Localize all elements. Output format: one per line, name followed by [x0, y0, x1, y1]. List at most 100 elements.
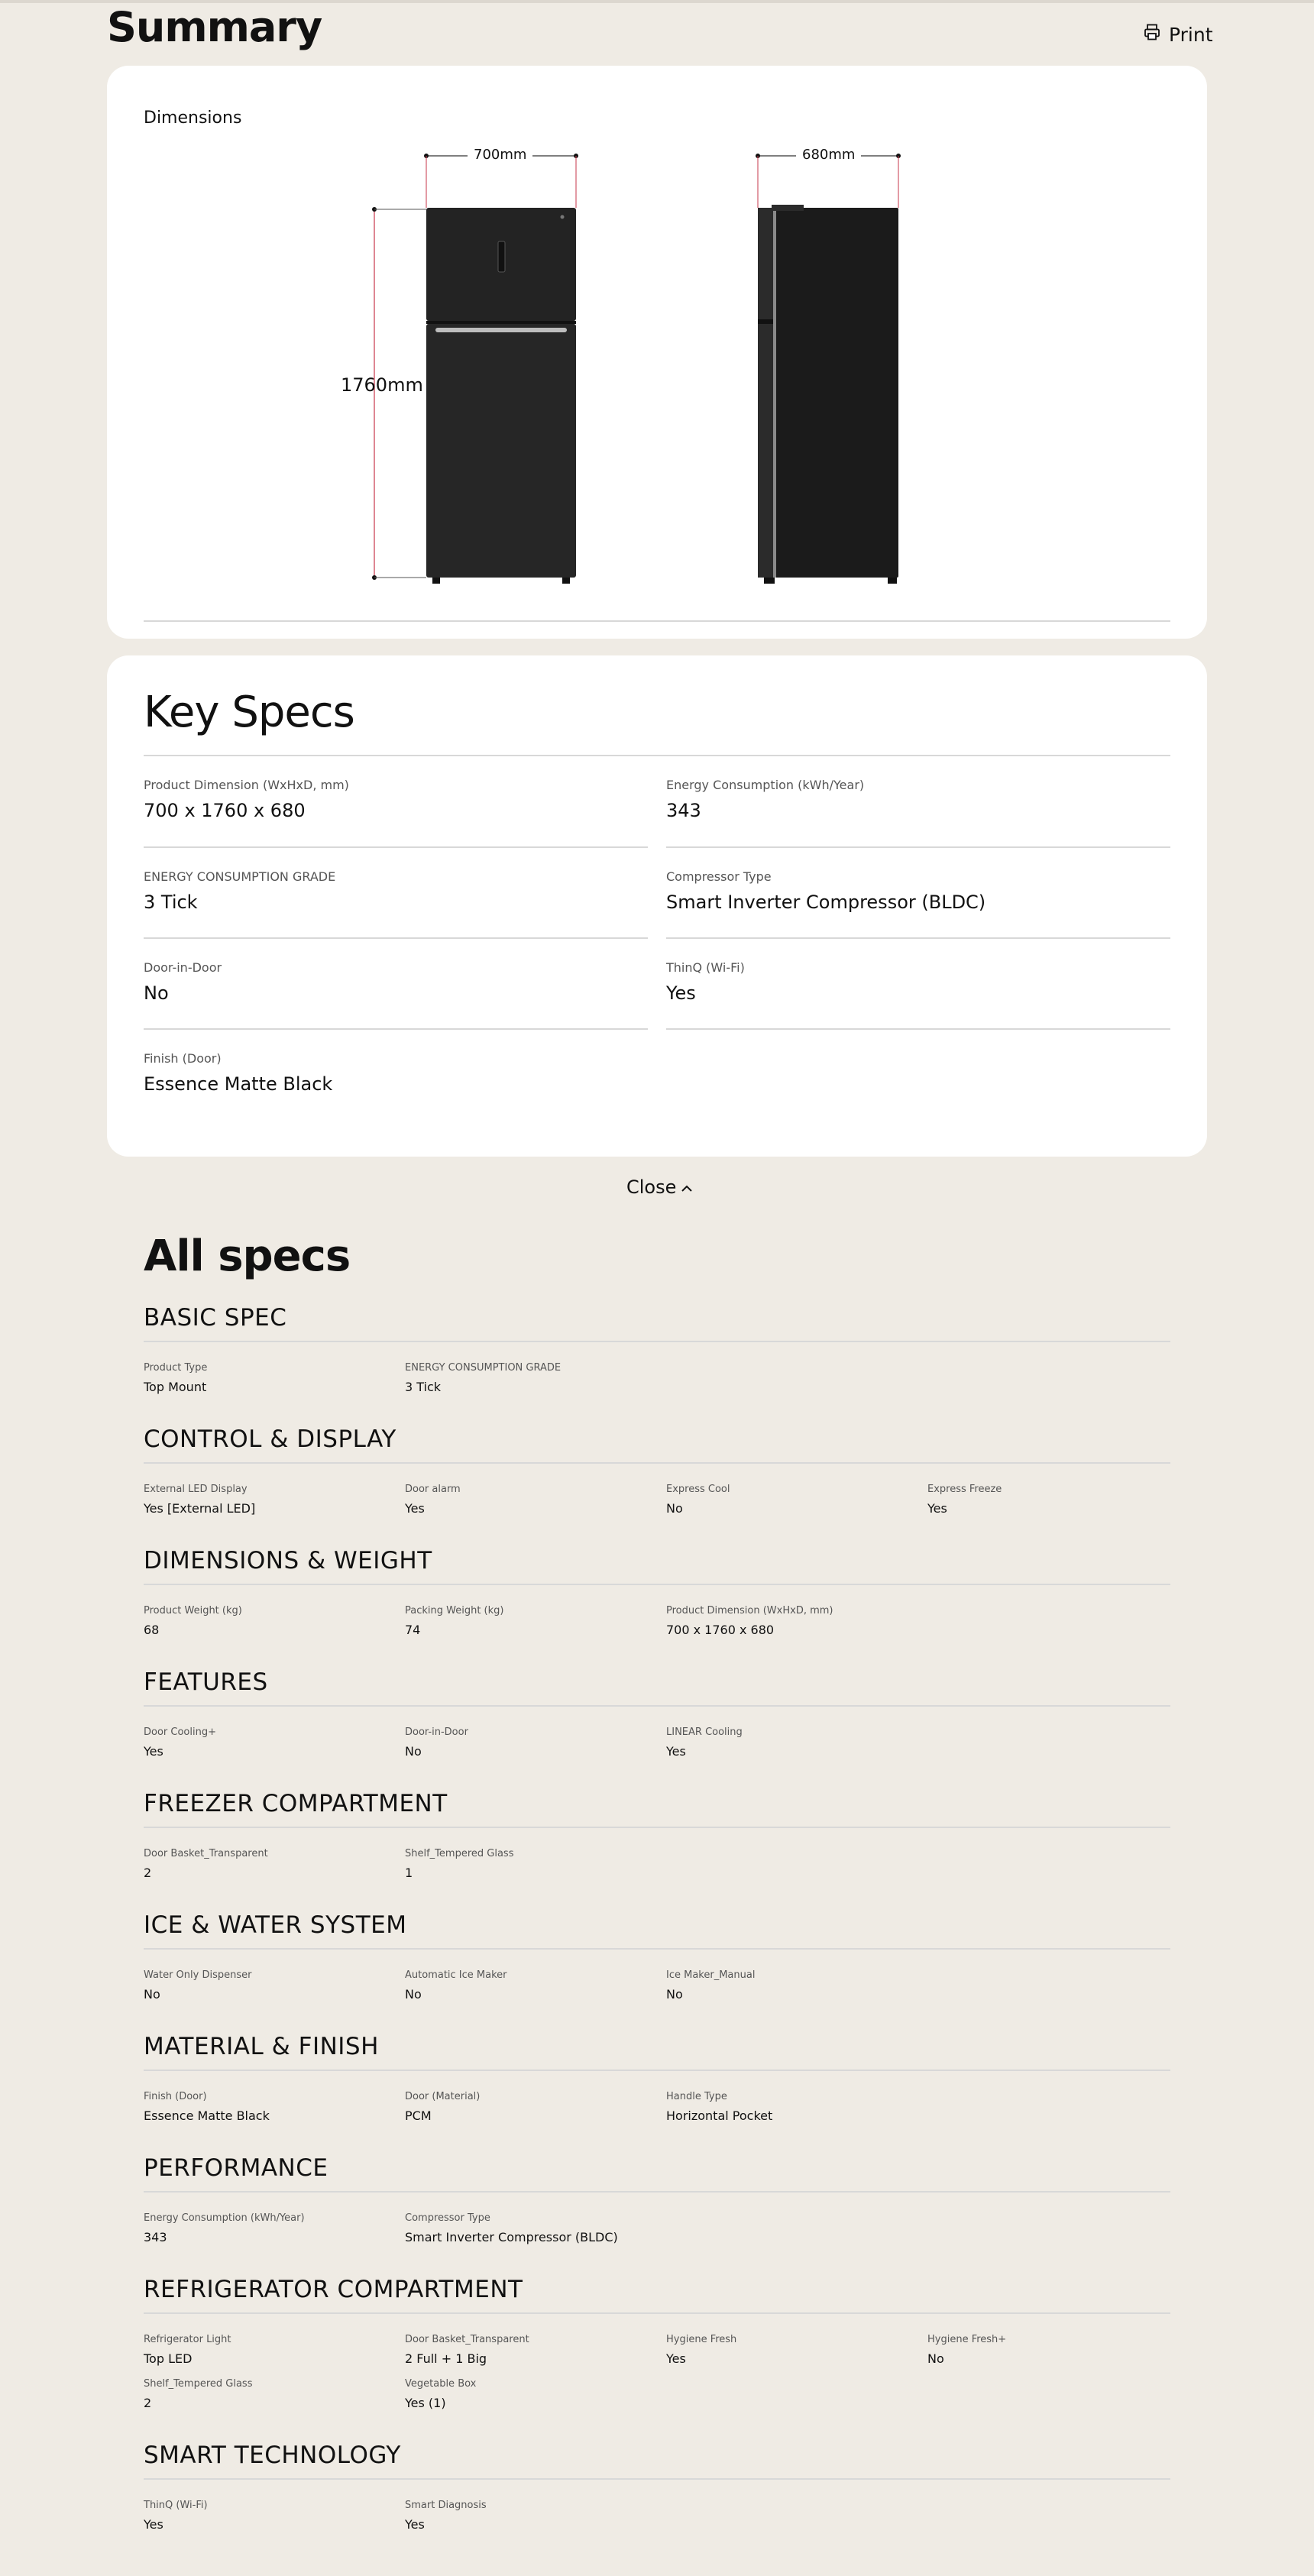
key-spec-label: Finish (Door) — [144, 1051, 222, 1066]
spec-group-title: PERFORMANCE — [144, 2154, 328, 2182]
spec-label: Door-in-Door — [405, 1727, 468, 1738]
spec-value: No — [666, 1987, 683, 2002]
spec-group: ICE & WATER SYSTEM Water Only Dispenser No… — [144, 1911, 1170, 2002]
key-specs-title: Key Specs — [144, 688, 355, 737]
key-spec-label: Compressor Type — [666, 869, 772, 884]
spec-group: BASIC SPEC Product Type Top Mount ENERGY CO… — [144, 1304, 1170, 1394]
spec-label: Door Cooling+ — [144, 1727, 216, 1738]
spec-item: Door Basket_Transparent 2 Full + 1 Big — [405, 2334, 657, 2366]
key-spec-item: ThinQ (Wi-Fi) Yes — [666, 960, 1170, 1004]
key-spec-divider — [144, 846, 648, 848]
spec-item: Door (Material) PCM — [405, 2091, 657, 2123]
spec-item: Hygiene Fresh+ No — [927, 2334, 1180, 2366]
dimensions-card: Dimensions 700mm 680mm 1760mm — [107, 66, 1207, 639]
spec-value: 2 Full + 1 Big — [405, 2351, 487, 2366]
close-label: Close — [626, 1176, 677, 1198]
spec-label: ThinQ (Wi-Fi) — [144, 2500, 208, 2511]
spec-value: 2 — [144, 1866, 152, 1880]
spec-label: Door alarm — [405, 1484, 461, 1495]
key-spec-value: Yes — [666, 982, 696, 1004]
spec-label: External LED Display — [144, 1484, 248, 1495]
spec-group-divider — [144, 1341, 1170, 1342]
spec-value: 2 — [144, 2396, 152, 2410]
spec-group-divider — [144, 1948, 1170, 1950]
key-spec-value: 3 Tick — [144, 892, 198, 913]
spec-item: LINEAR Cooling Yes — [666, 1727, 918, 1759]
spec-group-title: SMART TECHNOLOGY — [144, 2442, 401, 2469]
spec-value: Yes (1) — [405, 2396, 446, 2410]
spec-item: Express Cool No — [666, 1484, 918, 1516]
spec-value: Yes — [405, 2517, 425, 2532]
spec-item: Refrigerator Light Top LED — [144, 2334, 396, 2366]
spec-item: ThinQ (Wi-Fi) Yes — [144, 2500, 396, 2532]
spec-item: External LED Display Yes [External LED] — [144, 1484, 396, 1516]
spec-value: Yes — [666, 2351, 686, 2366]
spec-group: PERFORMANCE Energy Consumption (kWh/Year)… — [144, 2154, 1170, 2244]
spec-label: Refrigerator Light — [144, 2334, 231, 2345]
spec-value: No — [405, 1987, 422, 2002]
summary-title: Summary — [107, 3, 322, 51]
spec-item: Shelf_Tempered Glass 2 — [144, 2378, 396, 2410]
print-label: Print — [1169, 23, 1213, 46]
spec-group: MATERIAL & FINISH Finish (Door) Essence Ma… — [144, 2033, 1170, 2123]
spec-label: Water Only Dispenser — [144, 1969, 252, 1981]
spec-label: LINEAR Cooling — [666, 1727, 743, 1738]
spec-label: Ice Maker_Manual — [666, 1969, 756, 1981]
spec-group-title: BASIC SPEC — [144, 1304, 287, 1332]
spec-value: 700 x 1760 x 680 — [666, 1623, 775, 1637]
chevron-up-icon — [681, 1176, 693, 1198]
spec-group: CONTROL & DISPLAY External LED Display Yes… — [144, 1426, 1170, 1516]
spec-label: Product Dimension (WxHxD, mm) — [666, 1605, 833, 1616]
width-value: 700mm — [468, 147, 533, 163]
spec-group-title: FREEZER COMPARTMENT — [144, 1790, 448, 1817]
spec-label: Hygiene Fresh — [666, 2334, 737, 2345]
key-spec-item: Product Dimension (WxHxD, mm) 700 x 1760… — [144, 778, 648, 821]
key-spec-item: Finish (Door) Essence Matte Black — [144, 1051, 648, 1095]
close-button[interactable]: Close — [626, 1176, 693, 1198]
key-spec-item: Energy Consumption (kWh/Year) 343 — [666, 778, 1170, 821]
spec-value: No — [144, 1987, 160, 2002]
spec-item: Water Only Dispenser No — [144, 1969, 396, 2002]
spec-group-divider — [144, 1827, 1170, 1828]
spec-value: Essence Matte Black — [144, 2108, 270, 2123]
spec-label: Packing Weight (kg) — [405, 1605, 504, 1616]
key-spec-divider — [666, 846, 1170, 848]
printer-icon — [1143, 23, 1161, 46]
spec-group-divider — [144, 2312, 1170, 2314]
key-spec-divider — [144, 1028, 648, 1030]
spec-label: Vegetable Box — [405, 2378, 477, 2390]
depth-value: 680mm — [796, 147, 862, 163]
spec-value: 68 — [144, 1623, 160, 1637]
spec-value: No — [666, 1501, 683, 1516]
spec-group-title: FEATURES — [144, 1668, 268, 1696]
spec-value: Yes — [144, 2517, 163, 2532]
all-specs-title: All specs — [144, 1231, 351, 1281]
spec-value: 343 — [144, 2230, 167, 2244]
spec-label: Automatic Ice Maker — [405, 1969, 507, 1981]
key-spec-divider — [666, 1028, 1170, 1030]
spec-item: Smart Diagnosis Yes — [405, 2500, 657, 2532]
key-spec-value: 343 — [666, 800, 701, 821]
key-spec-label: Product Dimension (WxHxD, mm) — [144, 778, 349, 792]
print-button[interactable]: Print — [1143, 23, 1213, 46]
spec-value: No — [927, 2351, 944, 2366]
spec-group-divider — [144, 2478, 1170, 2480]
spec-value: Yes — [666, 1744, 686, 1759]
spec-item: Shelf_Tempered Glass 1 — [405, 1848, 657, 1880]
spec-group-title: REFRIGERATOR COMPARTMENT — [144, 2276, 523, 2303]
spec-item: Energy Consumption (kWh/Year) 343 — [144, 2212, 396, 2244]
spec-item: Hygiene Fresh Yes — [666, 2334, 918, 2366]
spec-label: Door Basket_Transparent — [144, 1848, 268, 1859]
spec-group: SMART TECHNOLOGY ThinQ (Wi-Fi) Yes Smart Di… — [144, 2442, 1170, 2532]
spec-item: Product Weight (kg) 68 — [144, 1605, 396, 1637]
key-spec-item: ENERGY CONSUMPTION GRADE 3 Tick — [144, 869, 648, 913]
spec-item: Door Basket_Transparent 2 — [144, 1848, 396, 1880]
fridge-side-image — [758, 205, 898, 584]
key-spec-label: ThinQ (Wi-Fi) — [666, 960, 745, 975]
spec-item: Express Freeze Yes — [927, 1484, 1180, 1516]
spec-item: Product Type Top Mount — [144, 1362, 396, 1394]
key-specs-card: Key Specs Product Dimension (WxHxD, mm) … — [107, 655, 1207, 1157]
spec-label: Compressor Type — [405, 2212, 490, 2224]
spec-label: Door Basket_Transparent — [405, 2334, 529, 2345]
spec-item: Automatic Ice Maker No — [405, 1969, 657, 2002]
